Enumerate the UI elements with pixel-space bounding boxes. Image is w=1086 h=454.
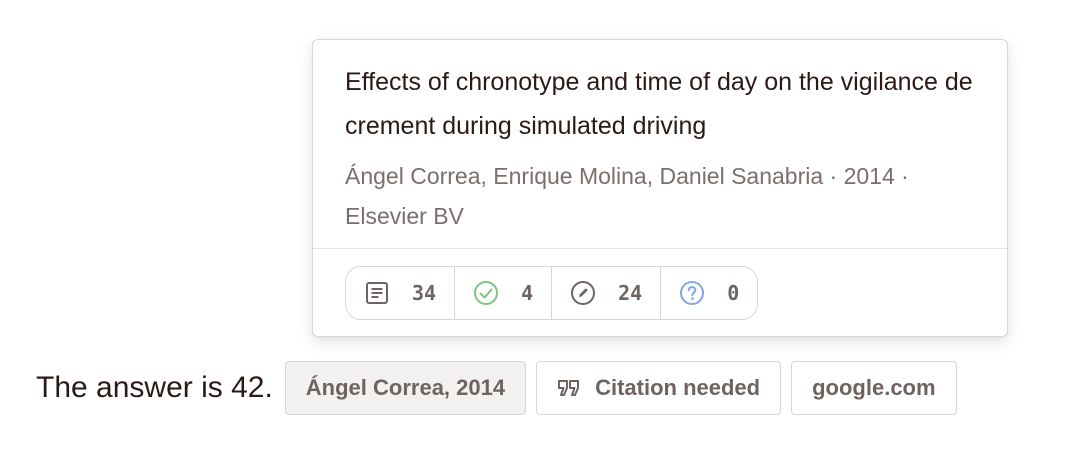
citation-chip-correa-2014[interactable]: Ángel Correa, 2014	[284, 361, 527, 415]
check-circle-icon	[473, 280, 499, 306]
stat-value: 4	[521, 281, 534, 305]
stat-contrasting[interactable]: 0	[661, 267, 757, 319]
stat-value: 34	[412, 281, 437, 305]
document-lines-icon	[364, 280, 390, 306]
stat-value: 0	[727, 281, 740, 305]
answer-text: The answer is 42.	[36, 371, 273, 404]
question-circle-icon	[679, 280, 705, 306]
source-chip-google[interactable]: google.com	[791, 361, 957, 415]
pencil-circle-icon	[570, 280, 596, 306]
citation-needed-label: Citation needed	[595, 375, 761, 400]
stat-supporting[interactable]: 4	[455, 267, 553, 319]
stat-citing-publications[interactable]: 34	[346, 267, 456, 319]
citation-needed-chip[interactable]: Citation needed	[536, 361, 782, 415]
citation-stats: 34 4 24 0	[345, 266, 759, 320]
stat-value: 24	[618, 281, 643, 305]
paper-meta: Ángel Correa, Enrique Molina, Daniel San…	[345, 163, 909, 229]
stat-mentioning[interactable]: 24	[552, 267, 662, 319]
paper-title[interactable]: Effects of chronotype and time of day on…	[345, 60, 975, 148]
quote-icon	[557, 378, 581, 398]
popover-footer: 34 4 24 0	[313, 249, 1007, 337]
answer-line: The answer is 42. Ángel Correa, 2014 Cit…	[36, 360, 967, 416]
popover-body: Effects of chronotype and time of day on…	[313, 40, 1007, 249]
page: Effects of chronotype and time of day on…	[0, 0, 1086, 454]
citation-popover: Effects of chronotype and time of day on…	[312, 39, 1008, 337]
